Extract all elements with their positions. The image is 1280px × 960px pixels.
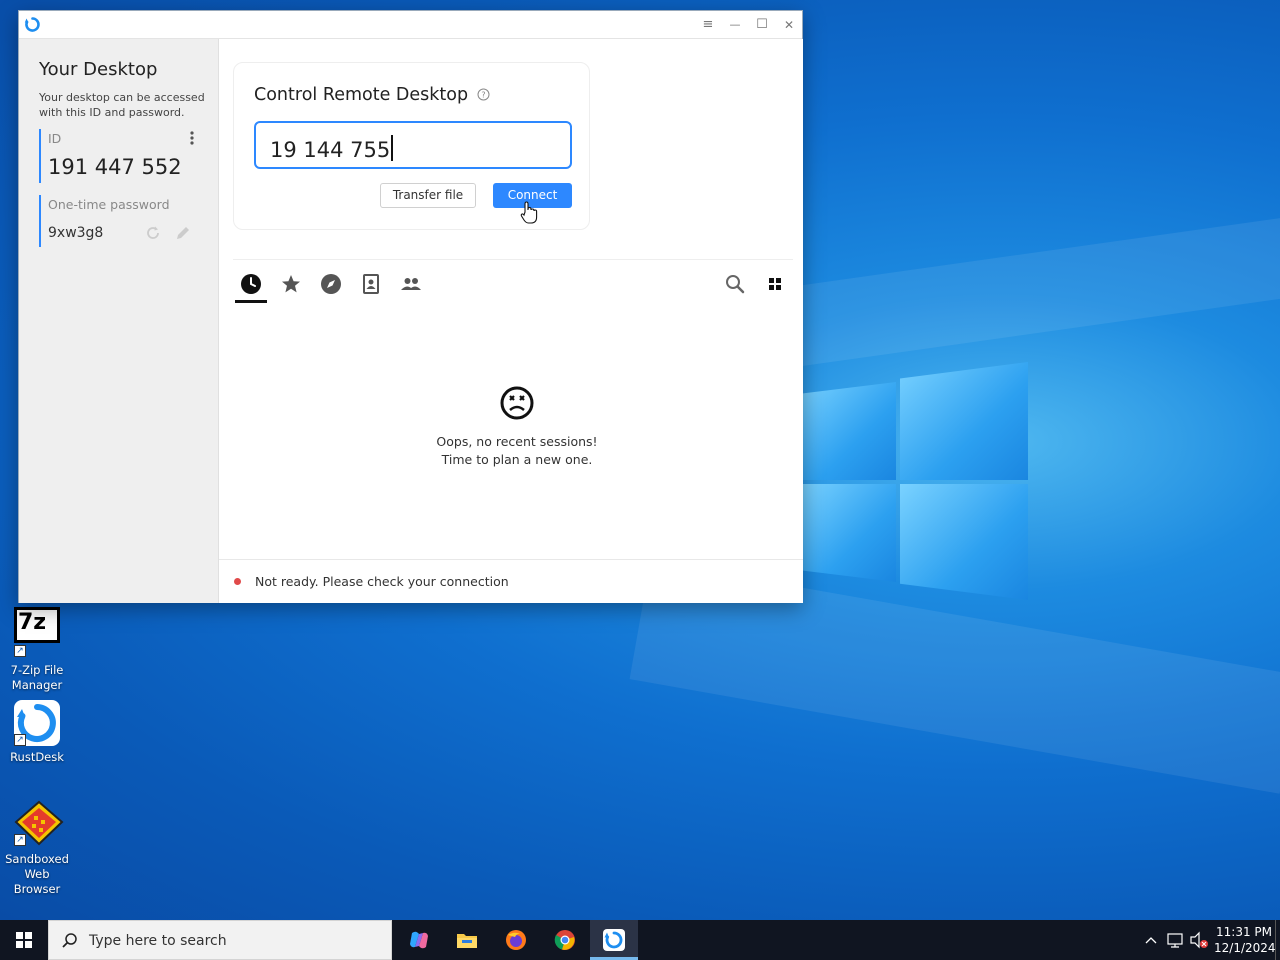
tab-address-book[interactable] — [359, 272, 383, 296]
main-panel: Control Remote Desktop ? 19 144 755 Tran… — [219, 39, 803, 603]
desktop-icon-label: Web Browser — [13, 867, 61, 896]
taskbar: Type here to search 11:31 PM 12/1/2024 — [0, 920, 1280, 960]
remote-id-input[interactable]: 19 144 755 — [254, 121, 572, 169]
menu-icon[interactable]: ≡ — [699, 16, 717, 34]
desktop-icon-label: RustDesk — [10, 750, 64, 764]
close-button[interactable]: ✕ — [780, 16, 798, 34]
search-icon — [62, 933, 77, 948]
volume-muted-icon — [1190, 931, 1208, 949]
windows-logo-wallpaper — [800, 362, 1028, 600]
clock-time: 11:31 PM — [1216, 925, 1272, 939]
taskbar-app-rustdesk[interactable] — [590, 920, 638, 960]
firefox-icon — [506, 930, 526, 950]
start-button[interactable] — [0, 920, 48, 960]
chrome-icon — [554, 930, 575, 950]
network-status[interactable] — [1164, 920, 1186, 960]
search-placeholder: Type here to search — [89, 933, 227, 949]
tab-discovered[interactable] — [319, 272, 343, 296]
network-icon — [1167, 933, 1183, 948]
copilot-icon — [410, 931, 428, 949]
clock-icon — [241, 274, 261, 294]
taskbar-search-box[interactable]: Type here to search — [48, 920, 392, 960]
id-value[interactable]: 191 447 552 — [48, 155, 182, 179]
status-indicator-dot — [234, 578, 241, 585]
taskbar-app-copilot[interactable] — [395, 920, 443, 960]
clock-date: 12/1/2024 — [1214, 941, 1276, 955]
taskbar-app-file-explorer[interactable] — [443, 920, 491, 960]
clock[interactable]: 11:31 PM 12/1/2024 — [1214, 920, 1276, 960]
empty-state-line: Oops, no recent sessions! — [436, 434, 598, 449]
view-toggle-button[interactable] — [763, 272, 787, 296]
taskbar-app-firefox[interactable] — [492, 920, 540, 960]
active-tab-indicator — [235, 300, 267, 303]
desktop-icon-sandboxed-browser[interactable]: ↗ Sandboxed Web Browser — [0, 800, 74, 897]
title-bar[interactable]: ≡ — ☐ ✕ — [19, 11, 802, 39]
show-desktop-button[interactable] — [1275, 920, 1280, 960]
compass-icon — [321, 274, 341, 294]
sidebar: Your Desktop Your desktop can be accesse… — [19, 39, 219, 603]
shortcut-arrow-icon: ↗ — [14, 834, 26, 846]
address-book-icon — [363, 274, 379, 294]
desktop-icon-label: 7-Zip File — [10, 663, 64, 677]
7zip-icon: 7z ↗ — [14, 607, 60, 657]
sad-face-icon — [499, 385, 535, 421]
sandboxed-browser-icon: ↗ — [14, 800, 64, 846]
more-options-icon[interactable] — [187, 129, 197, 147]
taskbar-app-chrome[interactable] — [541, 920, 589, 960]
search-button[interactable] — [723, 272, 747, 296]
sidebar-title: Your Desktop — [39, 59, 158, 80]
show-hidden-icons-button[interactable] — [1142, 920, 1160, 960]
password-label: One-time password — [48, 197, 170, 212]
search-icon — [726, 275, 745, 294]
chevron-up-icon — [1145, 937, 1157, 944]
password-accent-bar — [39, 195, 41, 247]
tab-recent[interactable] — [239, 272, 263, 296]
desktop-icon-label: Manager — [11, 678, 63, 692]
tab-groups[interactable] — [399, 272, 423, 296]
star-icon — [282, 275, 300, 293]
tab-favorites[interactable] — [279, 272, 303, 296]
password-value[interactable]: 9xw3g8 — [48, 225, 103, 241]
refresh-password-icon[interactable] — [145, 225, 161, 241]
shortcut-arrow-icon: ↗ — [14, 645, 26, 657]
grid-view-icon — [769, 278, 781, 290]
shortcut-arrow-icon: ↗ — [14, 734, 26, 746]
help-circle-icon[interactable]: ? — [477, 86, 490, 101]
windows-start-icon — [16, 932, 32, 948]
svg-text:?: ? — [481, 91, 485, 100]
status-text: Not ready. Please check your connection — [255, 574, 509, 589]
desktop-icon-rustdesk[interactable]: ↗ RustDesk — [0, 700, 74, 765]
id-accent-bar — [39, 129, 41, 183]
card-title-text: Control Remote Desktop — [254, 85, 469, 105]
sessions-tab-bar — [233, 259, 793, 303]
rustdesk-window: ≡ — ☐ ✕ Your Desktop Your desktop can be… — [18, 10, 803, 603]
desktop-icon-7zip[interactable]: 7z ↗ 7-Zip File Manager — [0, 607, 74, 693]
sidebar-description: Your desktop can be accessed with this I… — [39, 91, 205, 119]
group-icon — [401, 278, 421, 290]
remote-id-value: 19 144 755 — [270, 138, 391, 162]
folder-icon — [457, 934, 477, 948]
empty-state-message: Oops, no recent sessions! Time to plan a… — [399, 433, 635, 469]
rustdesk-icon: ↗ — [14, 700, 60, 746]
rustdesk-icon — [603, 929, 625, 951]
transfer-file-button[interactable]: Transfer file — [380, 183, 476, 208]
status-bar: Not ready. Please check your connection — [219, 559, 803, 603]
id-label: ID — [48, 131, 62, 146]
control-remote-card: Control Remote Desktop ? 19 144 755 Tran… — [233, 62, 590, 230]
volume-status[interactable] — [1188, 920, 1212, 960]
desktop-icon-label: Sandboxed — [5, 852, 69, 866]
hand-cursor-icon — [520, 201, 538, 225]
app-logo-icon — [24, 16, 41, 33]
text-caret — [391, 135, 394, 161]
maximize-button[interactable]: ☐ — [753, 16, 771, 34]
card-title: Control Remote Desktop ? — [254, 85, 490, 105]
minimize-button[interactable]: — — [726, 16, 744, 34]
empty-state-line: Time to plan a new one. — [441, 452, 593, 467]
edit-password-icon[interactable] — [175, 225, 191, 241]
